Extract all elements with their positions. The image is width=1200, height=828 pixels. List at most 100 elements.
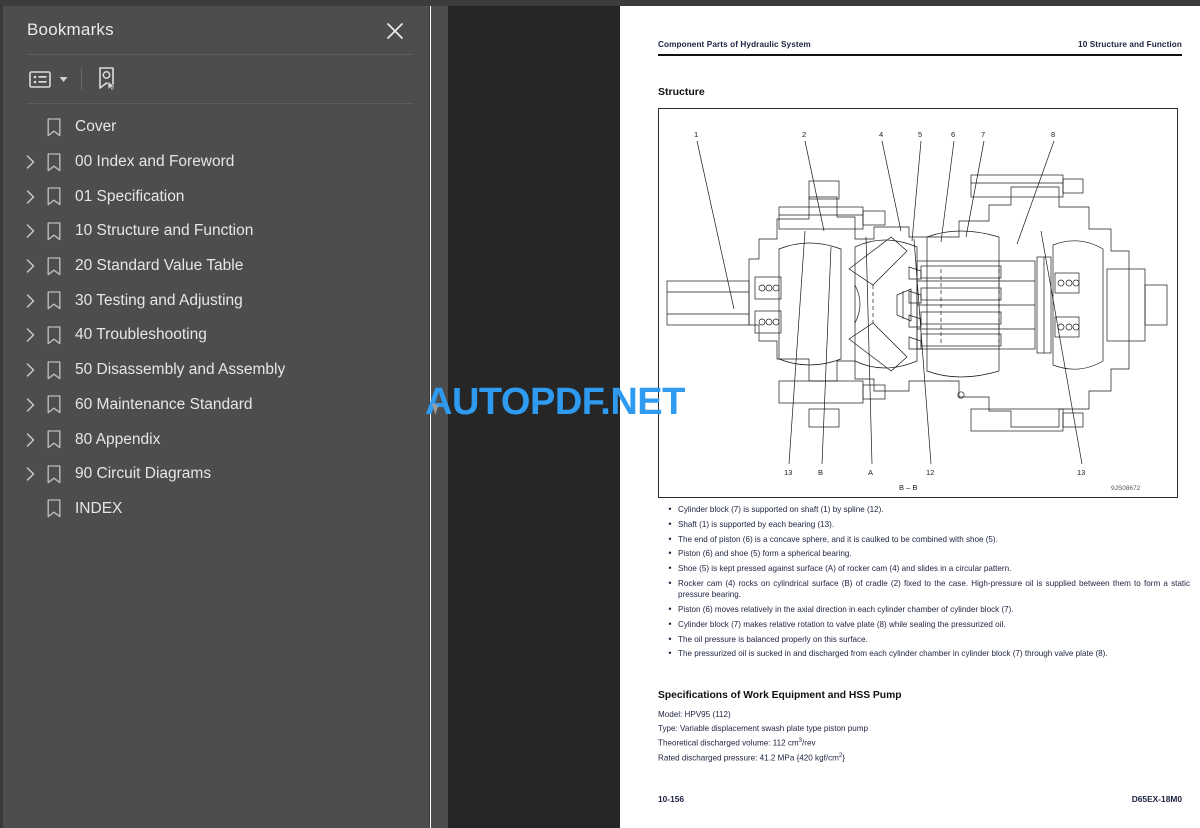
bullet-marker: • [668,603,672,614]
svg-text:9JS08672: 9JS08672 [1111,485,1141,492]
bookmark-item-label: 30 Testing and Adjusting [75,291,243,309]
svg-text:6: 6 [951,130,955,139]
bullet-text: The oil pressure is balanced properly on… [678,634,868,644]
bookmark-item-01-specification[interactable]: 01 Specification [3,179,429,214]
chevron-right-icon[interactable] [19,214,41,248]
bullet-item: • Piston (6) and shoe (5) form a spherica… [662,548,1190,559]
bullet-text: Cylinder block (7) is supported on shaft… [678,505,884,514]
svg-text:13: 13 [784,468,792,477]
bullet-text: Cylinder block (7) makes relative rotati… [678,619,1006,629]
specifications-heading: Specifications of Work Equipment and HSS… [658,690,902,701]
spec-line-model: Model: HPV95 (112) [658,710,731,719]
bullet-marker: • [668,633,672,644]
footer-page-number: 10-156 [658,794,685,804]
spec-pressure-suffix: } [842,753,845,763]
bookmark-item-90-circuit-diagrams[interactable]: 90 Circuit Diagrams [3,457,429,492]
section-heading: Structure [658,86,705,98]
bookmarks-header: Bookmarks [3,6,429,55]
structure-bullet-list: • Cylinder block (7) is supported on shaf… [662,504,1190,663]
bullet-text: Rocker cam (4) rocks on cylindrical surf… [678,578,1190,600]
chevron-right-icon[interactable] [19,318,41,352]
spec-volume-text: Theoretical discharged volume: 112 cm [658,738,799,748]
bookmark-item-label: Cover [75,118,117,136]
bookmark-item-label: 00 Index and Foreword [75,153,235,171]
bullet-marker: • [668,563,672,574]
chevron-right-icon[interactable] [19,353,41,387]
svg-text:8: 8 [1051,130,1055,139]
bookmark-item-30-testing-and-adjusting[interactable]: 30 Testing and Adjusting [3,283,429,318]
page-footer: 10-156 D65EX-18M0 [658,794,1182,804]
toolbar-divider-bottom [27,103,413,104]
svg-text:B – B: B – B [899,483,917,492]
bullet-text: Piston (6) moves relatively in the axial… [678,604,1014,614]
bookmark-item-00-index-and-foreword[interactable]: 00 Index and Foreword [3,145,429,180]
bullet-item: • Shaft (1) is supported by each bearing … [662,519,1190,530]
spec-volume-suffix: /rev [802,738,816,748]
chevron-right-icon[interactable] [19,145,41,179]
chevron-right-icon[interactable] [19,180,41,214]
bookmark-item-label: 01 Specification [75,187,185,205]
bookmark-options-list-icon[interactable] [25,66,55,92]
bookmarks-toolbar [3,54,429,104]
toolbar-divider [81,68,82,90]
bookmark-item-label: 50 Disassembly and Assembly [75,361,286,379]
svg-text:4: 4 [879,130,883,139]
header-left-text: Component Parts of Hydraulic System [658,40,811,49]
specifications-list: Model: HPV95 (112) Type: Variable displa… [658,708,1158,765]
bookmark-icon [43,110,65,144]
viewer-gutter-light [431,6,448,828]
bullet-text: Piston (6) and shoe (5) form a spherical… [678,549,852,559]
new-bookmark-icon[interactable] [92,65,122,93]
bookmark-item-label: 40 Troubleshooting [75,326,207,344]
bookmark-item-10-structure-and-function[interactable]: 10 Structure and Function [3,214,429,249]
bookmark-item-label: 60 Maintenance Standard [75,395,253,413]
bullet-item: • The oil pressure is balanced properly o… [662,634,1190,645]
bookmark-icon [43,249,65,283]
svg-text:A: A [868,468,873,477]
bullet-marker: • [668,618,672,629]
chevron-right-icon[interactable] [19,423,41,457]
bookmark-item-label: 90 Circuit Diagrams [75,465,212,483]
bookmarks-panel-title: Bookmarks [27,20,114,39]
bullet-text: The pressurized oil is sucked in and dis… [678,649,1108,659]
bookmark-item-20-standard-value-table[interactable]: 20 Standard Value Table [3,249,429,284]
bullet-text: Shoe (5) is kept pressed against surface… [678,564,1012,574]
bookmark-item-50-disassembly-and-assembly[interactable]: 50 Disassembly and Assembly [3,353,429,388]
bookmark-item-60-maintenance-standard[interactable]: 60 Maintenance Standard [3,388,429,423]
bookmark-icon [43,214,65,248]
bookmark-item-40-troubleshooting[interactable]: 40 Troubleshooting [3,318,429,353]
pdf-viewer-window: Bookmarks Cover 00 Index and Foreword 01… [0,0,1200,828]
chevron-down-icon[interactable] [55,66,71,92]
bookmark-list: Cover 00 Index and Foreword 01 Specifica… [3,104,429,526]
bullet-item: • Piston (6) moves relatively in the axia… [662,604,1190,615]
bullet-item: • Cylinder block (7) makes relative rotat… [662,619,1190,630]
bookmark-item-label: 80 Appendix [75,430,161,448]
bullet-marker: • [668,648,672,659]
page-running-header: Component Parts of Hydraulic System 10 S… [658,40,1182,49]
bookmark-icon [43,457,65,491]
bookmark-icon [43,180,65,214]
svg-text:12: 12 [926,468,934,477]
bookmark-icon [43,353,65,387]
bullet-marker: • [668,548,672,559]
chevron-right-icon[interactable] [19,457,41,491]
bookmark-icon [43,145,65,179]
header-rule [658,54,1182,56]
bookmark-item-cover[interactable]: Cover [3,110,429,145]
document-page[interactable]: Component Parts of Hydraulic System 10 S… [620,6,1200,828]
bookmark-item-index[interactable]: INDEX [3,492,429,527]
header-right-text: 10 Structure and Function [1078,40,1182,49]
figure-drawing: 1 2 4 5 6 7 8 13 B A 12 13 B – B 9JS0867… [666,130,1168,492]
svg-text:7: 7 [981,130,985,139]
bookmark-item-80-appendix[interactable]: 80 Appendix [3,422,429,457]
chevron-right-icon[interactable] [19,249,41,283]
bookmark-icon [43,423,65,457]
bullet-item: • Shoe (5) is kept pressed against surfac… [662,563,1190,574]
chevron-right-icon[interactable] [19,284,41,318]
bullet-marker: • [668,504,672,514]
bullet-marker: • [668,533,672,544]
chevron-right-icon[interactable] [19,388,41,422]
bookmark-item-label: 20 Standard Value Table [75,257,244,275]
bookmark-item-label: INDEX [75,499,123,517]
close-icon[interactable] [383,19,407,43]
